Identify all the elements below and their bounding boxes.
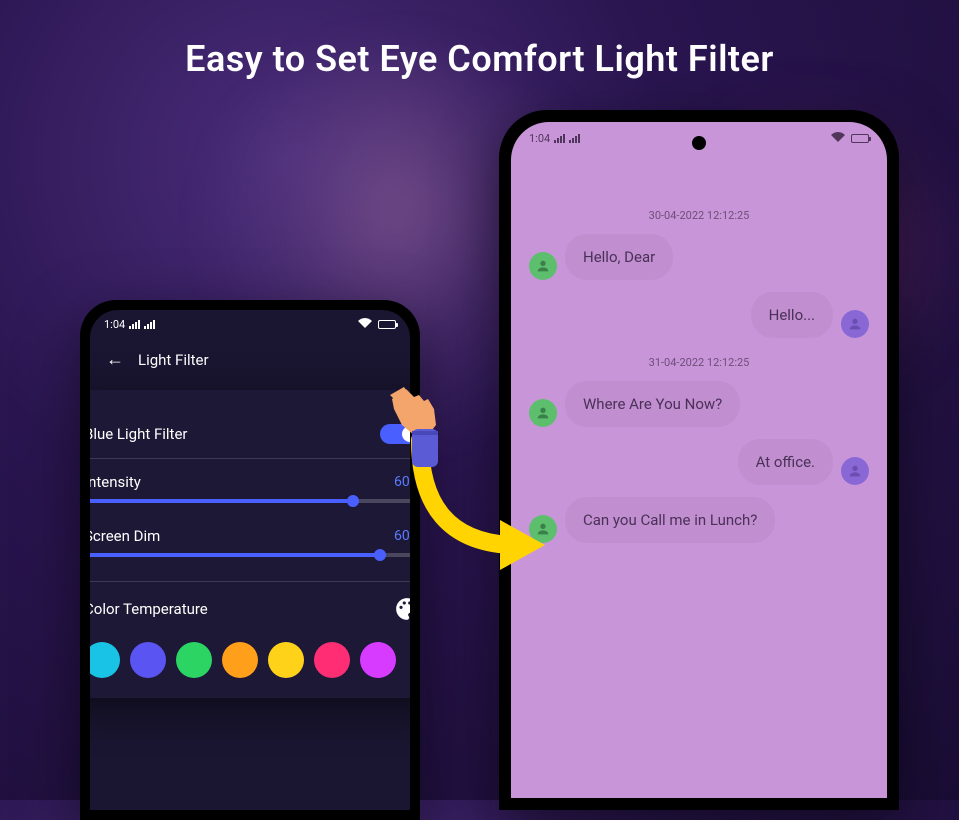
screen-dim-slider[interactable] <box>90 553 410 557</box>
avatar-icon <box>529 252 557 280</box>
color-temp-label: Color Temperature <box>90 600 208 618</box>
timestamp-2: 31-04-2022 12:12:25 <box>529 356 869 369</box>
palette-icon[interactable] <box>394 596 410 622</box>
message-row: At office. <box>529 439 869 485</box>
color-swatches <box>90 632 410 678</box>
signal-icon <box>129 320 140 329</box>
blue-light-label: Blue Light Filter <box>90 425 188 443</box>
chat-bubble[interactable]: Hello, Dear <box>565 234 673 280</box>
screen-dim-label: Screen Dim <box>90 527 160 545</box>
headline: Easy to Set Eye Comfort Light Filter <box>0 38 959 80</box>
app-header: ← Light Filter <box>90 339 410 380</box>
camera-dot <box>692 136 706 150</box>
status-time-right: 1:04 <box>529 132 550 145</box>
swatch-cyan[interactable] <box>90 642 120 678</box>
intensity-slider[interactable] <box>90 499 410 503</box>
signal-icon-2 <box>144 320 155 329</box>
battery-icon <box>851 134 869 143</box>
swatch-blue[interactable] <box>130 642 166 678</box>
swatch-yellow[interactable] <box>268 642 304 678</box>
intensity-label: Intensity <box>90 473 141 491</box>
message-row: Can you Call me in Lunch? <box>529 497 869 543</box>
chat-content: 30-04-2022 12:12:25 Hello, Dear Hello...… <box>511 155 887 543</box>
chat-bubble[interactable]: Where Are You Now? <box>565 381 740 427</box>
message-row: Hello, Dear <box>529 234 869 280</box>
chat-bubble[interactable]: At office. <box>738 439 833 485</box>
message-row: Hello... <box>529 292 869 338</box>
avatar-icon <box>841 310 869 338</box>
swatch-green[interactable] <box>176 642 212 678</box>
phone-left-screen: 1:04 ← Light Filter Blue Light Filter <box>90 310 410 810</box>
chat-bubble[interactable]: Hello... <box>751 292 833 338</box>
page-title: Light Filter <box>138 351 209 369</box>
wifi-icon <box>358 318 372 331</box>
timestamp-1: 30-04-2022 12:12:25 <box>529 209 869 222</box>
chat-bubble[interactable]: Can you Call me in Lunch? <box>565 497 775 543</box>
swatch-magenta[interactable] <box>360 642 396 678</box>
status-bar: 1:04 <box>90 310 410 339</box>
avatar-icon <box>841 457 869 485</box>
swatch-orange[interactable] <box>222 642 258 678</box>
settings-panel: Blue Light Filter Intensity 60% Screen D… <box>90 390 410 698</box>
status-time: 1:04 <box>104 318 125 331</box>
message-row: Where Are You Now? <box>529 381 869 427</box>
wifi-icon <box>831 132 845 145</box>
back-icon[interactable]: ← <box>106 349 124 370</box>
battery-icon <box>378 320 396 329</box>
pointing-hand-icon <box>384 387 454 481</box>
swatch-pink[interactable] <box>314 642 350 678</box>
signal-icon-2 <box>569 134 580 143</box>
phone-right-screen: 1:04 30-04-2022 12:12:25 Hello, Dear <box>511 122 887 798</box>
signal-icon <box>554 134 565 143</box>
phone-left-frame: 1:04 ← Light Filter Blue Light Filter <box>80 300 420 820</box>
